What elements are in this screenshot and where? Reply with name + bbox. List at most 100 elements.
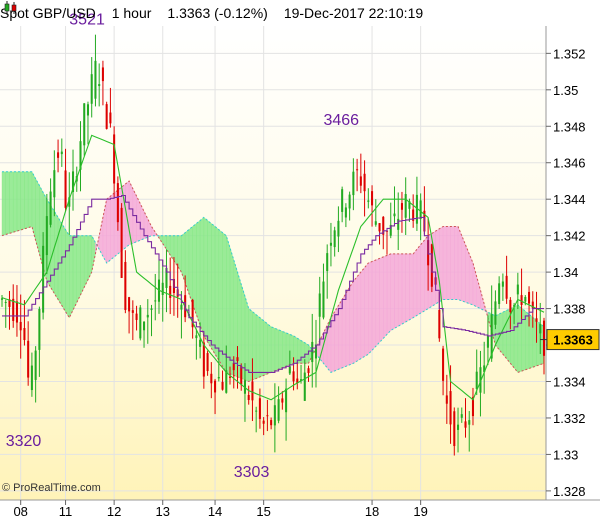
candle-body xyxy=(251,381,254,401)
kumo-segment xyxy=(54,210,59,301)
x-tick-label: 19 xyxy=(413,504,427,519)
y-tick-label: 1.344 xyxy=(553,192,586,207)
kumo-segment xyxy=(65,228,70,319)
candle-body xyxy=(98,84,101,87)
candle-body xyxy=(535,318,538,322)
candle-body xyxy=(460,414,463,418)
candle-body xyxy=(214,380,217,393)
candle-body xyxy=(217,377,220,379)
kumo-segment xyxy=(278,329,283,370)
candle-body xyxy=(232,362,235,371)
candle-body xyxy=(505,275,508,299)
kumo-segment xyxy=(353,276,358,364)
kumo-segment xyxy=(5,171,10,235)
kumo-segment xyxy=(412,248,418,319)
candle-body xyxy=(486,335,489,348)
candle-body xyxy=(393,213,396,217)
kumo-segment xyxy=(394,253,399,329)
kumo-segment xyxy=(20,171,25,231)
kumo-segment xyxy=(293,335,298,364)
price-chart[interactable]: 1.3281.331.3321.3341.3361.3381.341.3421.… xyxy=(0,0,600,519)
candle-body xyxy=(105,104,108,129)
candle-body xyxy=(400,203,403,210)
kumo-segment xyxy=(188,226,193,305)
candle-body xyxy=(326,253,329,272)
candle-body xyxy=(281,398,284,403)
x-tick-label: 14 xyxy=(208,504,222,519)
kumo-segment xyxy=(241,284,246,381)
kumo-segment xyxy=(222,232,227,374)
candle-body xyxy=(542,320,546,356)
kumo-segment xyxy=(360,266,365,360)
candle-body xyxy=(38,308,41,350)
kumo-segment xyxy=(289,334,294,366)
candle-body xyxy=(15,301,18,323)
kumo-segment xyxy=(24,171,29,230)
candle-body xyxy=(367,200,370,202)
kumo-segment xyxy=(72,235,77,311)
kumo-segment xyxy=(263,320,268,376)
candle-body xyxy=(109,112,112,124)
candle-body xyxy=(60,151,63,155)
kumo-segment xyxy=(214,226,220,361)
kumo-segment xyxy=(461,235,466,303)
candle-body xyxy=(341,189,344,212)
kumo-segment xyxy=(368,261,373,355)
timeframe[interactable]: 1 hour xyxy=(112,5,152,21)
kumo-segment xyxy=(454,226,459,300)
candle-body xyxy=(128,297,131,312)
kumo-segment xyxy=(517,304,522,373)
candle-body xyxy=(210,373,213,384)
candle-body xyxy=(180,304,183,310)
kumo-segment xyxy=(61,222,66,313)
kumo-segment xyxy=(35,178,40,254)
candle-body xyxy=(524,296,527,302)
kumo-segment xyxy=(356,271,362,362)
candle-body xyxy=(273,405,276,426)
kumo-segment xyxy=(409,253,414,321)
candle-body xyxy=(520,295,523,305)
candle-body xyxy=(288,366,291,374)
kumo-segment xyxy=(416,244,421,316)
candle-body xyxy=(348,194,351,209)
candle-body xyxy=(154,300,157,302)
x-tick-label: 12 xyxy=(107,504,121,519)
candle-body xyxy=(528,291,531,304)
x-tick-label: 11 xyxy=(59,504,73,519)
y-tick-label: 1.346 xyxy=(553,156,586,171)
candle-body xyxy=(307,368,310,373)
kumo-segment xyxy=(9,171,14,234)
kumo-segment xyxy=(110,192,115,261)
candle-body xyxy=(359,176,362,186)
chart-window: 1.3281.331.3321.3341.3361.3381.341.3421.… xyxy=(0,0,600,519)
candle-body xyxy=(449,391,452,425)
y-tick-label: 1.348 xyxy=(553,119,586,134)
kumo-segment xyxy=(27,171,33,228)
candle-body xyxy=(169,285,172,298)
candle-body xyxy=(371,191,374,206)
candle-body xyxy=(94,60,97,99)
kumo-segment xyxy=(211,223,216,355)
kumo-segment xyxy=(521,307,526,372)
kumo-segment xyxy=(371,259,376,351)
candlestick-icon xyxy=(4,1,17,15)
kumo-segment xyxy=(401,253,406,325)
y-tick-label: 1.332 xyxy=(553,411,586,426)
kumo-segment xyxy=(252,311,257,381)
last-price-label: 1.3363 xyxy=(553,333,593,348)
candle-body xyxy=(19,321,22,331)
kumo-segment xyxy=(177,235,182,273)
candle-body xyxy=(266,415,269,417)
y-tick-label: 1.334 xyxy=(553,375,586,390)
swing-label: 3303 xyxy=(234,464,270,481)
candle-body xyxy=(90,74,93,104)
kumo-segment xyxy=(267,323,272,375)
kumo-segment xyxy=(106,195,111,264)
candle-body xyxy=(438,309,441,339)
kumo-segment xyxy=(259,317,264,378)
candle-body xyxy=(397,218,400,230)
candle-body xyxy=(404,194,407,218)
kumo-segment xyxy=(237,272,242,379)
y-tick-label: 1.338 xyxy=(553,302,586,317)
kumo-segment xyxy=(338,298,343,370)
